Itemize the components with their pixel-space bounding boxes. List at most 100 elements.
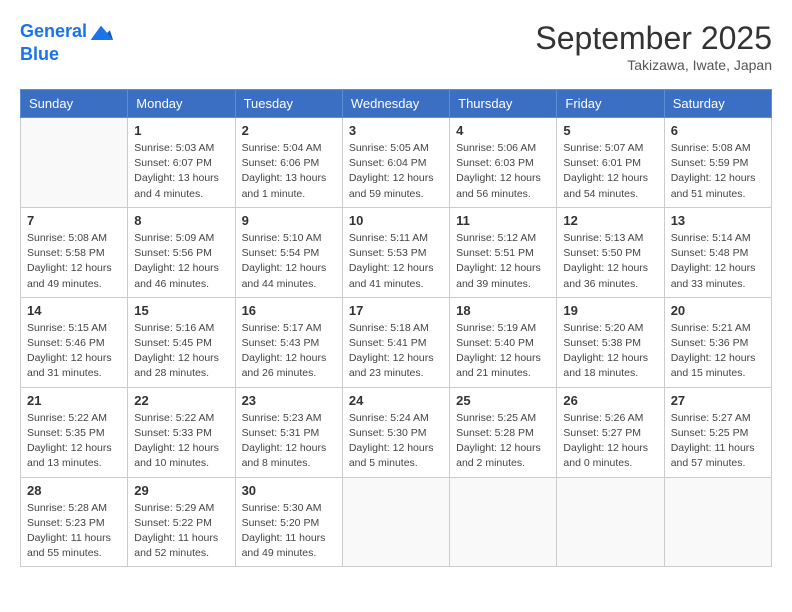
calendar-cell: 8 Sunrise: 5:09 AMSunset: 5:56 PMDaylight…	[128, 207, 235, 297]
day-info: Sunrise: 5:04 AMSunset: 6:06 PMDaylight:…	[242, 141, 336, 202]
calendar-cell	[664, 477, 771, 567]
day-info: Sunrise: 5:22 AMSunset: 5:33 PMDaylight:…	[134, 411, 228, 472]
calendar-cell: 16Sunrise: 5:17 AMSunset: 5:43 PMDayligh…	[235, 297, 342, 387]
calendar-cell: 21 Sunrise: 5:22 AMSunset: 5:35 PMDayligh…	[21, 387, 128, 477]
day-number: 9	[242, 213, 336, 228]
day-info: Sunrise: 5:11 AMSunset: 5:53 PMDaylight:…	[349, 231, 443, 292]
day-number: 15	[134, 303, 228, 318]
day-info: Sunrise: 5:09 AMSunset: 5:56 PMDaylight:…	[134, 231, 228, 292]
month-title: September 2025	[535, 20, 772, 57]
weekday-header-cell: Thursday	[450, 90, 557, 118]
calendar-cell	[21, 118, 128, 208]
weekday-header-cell: Tuesday	[235, 90, 342, 118]
day-number: 16	[242, 303, 336, 318]
calendar-cell: 15Sunrise: 5:16 AMSunset: 5:45 PMDayligh…	[128, 297, 235, 387]
day-number: 1	[134, 123, 228, 138]
calendar-cell: 11Sunrise: 5:12 AMSunset: 5:51 PMDayligh…	[450, 207, 557, 297]
day-number: 6	[671, 123, 765, 138]
logo: General Blue	[20, 20, 113, 66]
day-number: 30	[242, 483, 336, 498]
day-info: Sunrise: 5:15 AMSunset: 5:46 PMDaylight:…	[27, 321, 121, 382]
day-info: Sunrise: 5:14 AMSunset: 5:48 PMDaylight:…	[671, 231, 765, 292]
day-info: Sunrise: 5:08 AMSunset: 5:58 PMDaylight:…	[27, 231, 121, 292]
day-info: Sunrise: 5:28 AMSunset: 5:23 PMDaylight:…	[27, 501, 121, 562]
logo-text2: Blue	[20, 44, 113, 66]
day-number: 26	[563, 393, 657, 408]
day-number: 27	[671, 393, 765, 408]
day-info: Sunrise: 5:23 AMSunset: 5:31 PMDaylight:…	[242, 411, 336, 472]
calendar-week-row: 28 Sunrise: 5:28 AMSunset: 5:23 PMDayligh…	[21, 477, 772, 567]
calendar-cell: 10 Sunrise: 5:11 AMSunset: 5:53 PMDayligh…	[342, 207, 449, 297]
calendar-cell: 12 Sunrise: 5:13 AMSunset: 5:50 PMDayligh…	[557, 207, 664, 297]
calendar-cell: 26 Sunrise: 5:26 AMSunset: 5:27 PMDayligh…	[557, 387, 664, 477]
calendar-cell: 2 Sunrise: 5:04 AMSunset: 6:06 PMDaylight…	[235, 118, 342, 208]
logo-text: General	[20, 21, 87, 43]
weekday-header-cell: Saturday	[664, 90, 771, 118]
day-info: Sunrise: 5:18 AMSunset: 5:41 PMDaylight:…	[349, 321, 443, 382]
day-info: Sunrise: 5:22 AMSunset: 5:35 PMDaylight:…	[27, 411, 121, 472]
day-number: 7	[27, 213, 121, 228]
calendar-cell: 18 Sunrise: 5:19 AMSunset: 5:40 PMDayligh…	[450, 297, 557, 387]
day-number: 28	[27, 483, 121, 498]
calendar-week-row: 21 Sunrise: 5:22 AMSunset: 5:35 PMDayligh…	[21, 387, 772, 477]
calendar-week-row: 1 Sunrise: 5:03 AMSunset: 6:07 PMDaylight…	[21, 118, 772, 208]
day-number: 5	[563, 123, 657, 138]
day-info: Sunrise: 5:19 AMSunset: 5:40 PMDaylight:…	[456, 321, 550, 382]
calendar-cell: 29Sunrise: 5:29 AMSunset: 5:22 PMDayligh…	[128, 477, 235, 567]
day-info: Sunrise: 5:26 AMSunset: 5:27 PMDaylight:…	[563, 411, 657, 472]
weekday-header-cell: Wednesday	[342, 90, 449, 118]
day-number: 19	[563, 303, 657, 318]
calendar-week-row: 14Sunrise: 5:15 AMSunset: 5:46 PMDayligh…	[21, 297, 772, 387]
day-number: 4	[456, 123, 550, 138]
calendar-cell: 4 Sunrise: 5:06 AMSunset: 6:03 PMDaylight…	[450, 118, 557, 208]
day-info: Sunrise: 5:24 AMSunset: 5:30 PMDaylight:…	[349, 411, 443, 472]
day-number: 18	[456, 303, 550, 318]
calendar-cell: 19 Sunrise: 5:20 AMSunset: 5:38 PMDayligh…	[557, 297, 664, 387]
day-info: Sunrise: 5:30 AMSunset: 5:20 PMDaylight:…	[242, 501, 336, 562]
day-info: Sunrise: 5:12 AMSunset: 5:51 PMDaylight:…	[456, 231, 550, 292]
calendar-cell	[450, 477, 557, 567]
day-number: 10	[349, 213, 443, 228]
calendar-cell: 14Sunrise: 5:15 AMSunset: 5:46 PMDayligh…	[21, 297, 128, 387]
day-number: 22	[134, 393, 228, 408]
calendar-week-row: 7 Sunrise: 5:08 AMSunset: 5:58 PMDaylight…	[21, 207, 772, 297]
location: Takizawa, Iwate, Japan	[535, 57, 772, 73]
calendar-cell: 27Sunrise: 5:27 AMSunset: 5:25 PMDayligh…	[664, 387, 771, 477]
day-number: 25	[456, 393, 550, 408]
day-info: Sunrise: 5:29 AMSunset: 5:22 PMDaylight:…	[134, 501, 228, 562]
day-info: Sunrise: 5:13 AMSunset: 5:50 PMDaylight:…	[563, 231, 657, 292]
calendar-cell: 5 Sunrise: 5:07 AMSunset: 6:01 PMDaylight…	[557, 118, 664, 208]
calendar-cell: 28 Sunrise: 5:28 AMSunset: 5:23 PMDayligh…	[21, 477, 128, 567]
calendar-cell: 23 Sunrise: 5:23 AMSunset: 5:31 PMDayligh…	[235, 387, 342, 477]
day-number: 21	[27, 393, 121, 408]
day-info: Sunrise: 5:07 AMSunset: 6:01 PMDaylight:…	[563, 141, 657, 202]
day-number: 17	[349, 303, 443, 318]
calendar-cell: 7 Sunrise: 5:08 AMSunset: 5:58 PMDaylight…	[21, 207, 128, 297]
calendar-cell: 20Sunrise: 5:21 AMSunset: 5:36 PMDayligh…	[664, 297, 771, 387]
weekday-header-cell: Friday	[557, 90, 664, 118]
calendar-cell: 24 Sunrise: 5:24 AMSunset: 5:30 PMDayligh…	[342, 387, 449, 477]
day-number: 8	[134, 213, 228, 228]
weekday-header-cell: Sunday	[21, 90, 128, 118]
calendar-body: 1 Sunrise: 5:03 AMSunset: 6:07 PMDaylight…	[21, 118, 772, 567]
day-number: 23	[242, 393, 336, 408]
day-number: 20	[671, 303, 765, 318]
calendar-cell: 13Sunrise: 5:14 AMSunset: 5:48 PMDayligh…	[664, 207, 771, 297]
calendar-cell	[342, 477, 449, 567]
day-number: 2	[242, 123, 336, 138]
logo-icon	[89, 20, 113, 44]
day-number: 3	[349, 123, 443, 138]
day-info: Sunrise: 5:03 AMSunset: 6:07 PMDaylight:…	[134, 141, 228, 202]
calendar-cell: 25 Sunrise: 5:25 AMSunset: 5:28 PMDayligh…	[450, 387, 557, 477]
day-info: Sunrise: 5:20 AMSunset: 5:38 PMDaylight:…	[563, 321, 657, 382]
calendar-cell: 30 Sunrise: 5:30 AMSunset: 5:20 PMDayligh…	[235, 477, 342, 567]
day-number: 24	[349, 393, 443, 408]
day-info: Sunrise: 5:06 AMSunset: 6:03 PMDaylight:…	[456, 141, 550, 202]
calendar-cell: 22 Sunrise: 5:22 AMSunset: 5:33 PMDayligh…	[128, 387, 235, 477]
calendar-cell: 3Sunrise: 5:05 AMSunset: 6:04 PMDaylight…	[342, 118, 449, 208]
day-info: Sunrise: 5:10 AMSunset: 5:54 PMDaylight:…	[242, 231, 336, 292]
weekday-header-row: SundayMondayTuesdayWednesdayThursdayFrid…	[21, 90, 772, 118]
day-number: 12	[563, 213, 657, 228]
day-info: Sunrise: 5:25 AMSunset: 5:28 PMDaylight:…	[456, 411, 550, 472]
calendar-cell: 1 Sunrise: 5:03 AMSunset: 6:07 PMDaylight…	[128, 118, 235, 208]
